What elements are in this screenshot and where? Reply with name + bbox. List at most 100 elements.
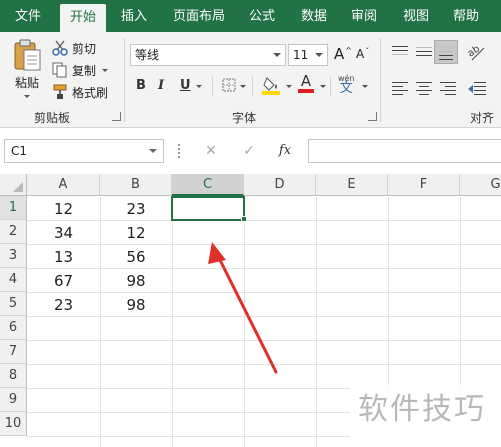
active-cell-c1[interactable] [171,196,245,221]
cell-b2[interactable]: 12 [100,221,172,245]
bold-button[interactable]: B [136,78,146,93]
cell-a2[interactable]: 34 [27,221,100,245]
cell-a5[interactable]: 23 [27,293,100,317]
font-name-select[interactable]: 等线 [130,44,286,66]
group-divider [124,38,125,122]
font-color-button[interactable]: A [298,73,314,93]
decrease-font-icon: A [356,47,365,61]
tab-view[interactable]: 视图 [394,0,438,32]
tab-review[interactable]: 审阅 [342,0,386,32]
copy-button[interactable]: 复制 [52,60,109,80]
align-center-icon[interactable] [416,82,432,95]
font-group-label: 字体 [232,111,257,125]
cell-b3[interactable]: 56 [100,245,172,269]
row-header-10[interactable]: 10 [0,412,27,436]
underline-dropdown-icon[interactable] [196,85,202,88]
copy-icon [52,62,67,78]
row-header-6[interactable]: 6 [0,316,27,340]
tab-insert[interactable]: 插入 [110,0,158,32]
row-header-5[interactable]: 5 [0,292,27,316]
paste-button[interactable]: 粘贴 [8,38,46,98]
row-header-1[interactable]: 1 [0,196,27,220]
cell-b5[interactable]: 98 [100,293,172,317]
tab-data[interactable]: 数据 [292,0,336,32]
paste-label: 粘贴 [14,76,39,90]
ribbon: 粘贴 剪切 复制 格式刷 剪贴板 等线 11 A ^ A ˇ B I U A w… [0,32,501,142]
caret-down-icon: ˇ [365,46,370,56]
row-header-7[interactable]: 7 [0,340,27,364]
chevron-down-icon [149,149,157,153]
copy-dropdown-icon[interactable] [102,68,109,72]
watermark: 软件技巧 [350,385,501,447]
gridline [172,196,173,447]
confirm-entry-button[interactable]: ✓ [234,139,264,163]
select-all-button[interactable] [0,174,27,196]
formula-bar-grip[interactable] [178,144,180,158]
increase-font-size-button[interactable]: A ^ [334,45,352,63]
underline-button[interactable]: U [180,78,191,93]
row-header-4[interactable]: 4 [0,268,27,292]
align-right-icon[interactable] [440,82,456,95]
row-header-3[interactable]: 3 [0,244,27,268]
borders-icon[interactable] [222,78,236,92]
column-header-d[interactable]: D [244,174,316,196]
font-color-dropdown-icon[interactable] [320,85,326,88]
middle-align-icon[interactable] [416,46,432,58]
name-box-value: C1 [11,144,28,158]
italic-button[interactable]: I [158,78,164,93]
column-header-b[interactable]: B [100,174,172,196]
row-header-8[interactable]: 8 [0,364,27,388]
font-dialog-launcher-icon[interactable] [368,112,377,121]
cell-a3[interactable]: 13 [27,245,100,269]
tab-home[interactable]: 开始 [60,4,106,32]
group-divider [380,38,381,122]
red-arrow-annotation [208,242,278,374]
formula-input[interactable] [308,139,501,163]
top-align-icon[interactable] [392,46,408,58]
column-header-c[interactable]: C [172,174,244,196]
tab-page-layout[interactable]: 页面布局 [164,0,234,32]
scissors-icon [52,40,68,56]
font-color-icon: A [300,72,312,90]
font-size-select[interactable]: 11 [288,44,328,66]
copy-label: 复制 [72,63,97,78]
font-size-value: 11 [293,48,309,62]
chevron-down-icon [273,53,281,57]
decrease-indent-icon[interactable] [468,82,486,95]
column-header-g[interactable]: G [460,174,501,196]
row-header-9[interactable]: 9 [0,388,27,412]
clipboard-dialog-launcher-icon[interactable] [112,112,121,121]
column-header-e[interactable]: E [316,174,388,196]
orientation-icon[interactable]: ab [468,42,488,64]
format-painter-button[interactable]: 格式刷 [52,82,108,102]
borders-dropdown-icon[interactable] [240,85,246,88]
insert-function-button[interactable]: fx [270,139,300,163]
increase-font-icon: A [334,45,345,63]
fill-color-icon[interactable] [262,74,282,96]
format-divider [252,76,253,96]
cell-b1[interactable]: 23 [100,197,172,221]
fill-color-dropdown-icon[interactable] [286,85,292,88]
phonetic-dropdown-icon[interactable] [362,85,368,88]
cut-button[interactable]: 剪切 [52,38,96,58]
name-box[interactable]: C1 [4,139,164,163]
cancel-entry-button[interactable]: ✕ [196,139,226,163]
paste-dropdown-icon[interactable] [24,95,30,98]
fill-handle[interactable] [241,216,247,222]
format-divider [330,76,331,96]
cell-a4[interactable]: 67 [27,269,100,293]
cell-b4[interactable]: 98 [100,269,172,293]
cell-a1[interactable]: 12 [27,197,100,221]
phonetic-guide-button[interactable]: wén 文 [338,74,355,95]
column-header-a[interactable]: A [27,174,100,196]
tab-formulas[interactable]: 公式 [240,0,284,32]
chevron-down-icon [315,53,323,57]
bottom-align-button[interactable] [434,40,458,64]
row-header-2[interactable]: 2 [0,220,27,244]
column-header-f[interactable]: F [388,174,460,196]
align-left-icon[interactable] [392,82,408,95]
decrease-font-size-button[interactable]: Aˇ [356,46,370,62]
format-divider [212,76,213,96]
tab-help[interactable]: 帮助 [444,0,488,32]
tab-file[interactable]: 文件 [0,0,56,32]
